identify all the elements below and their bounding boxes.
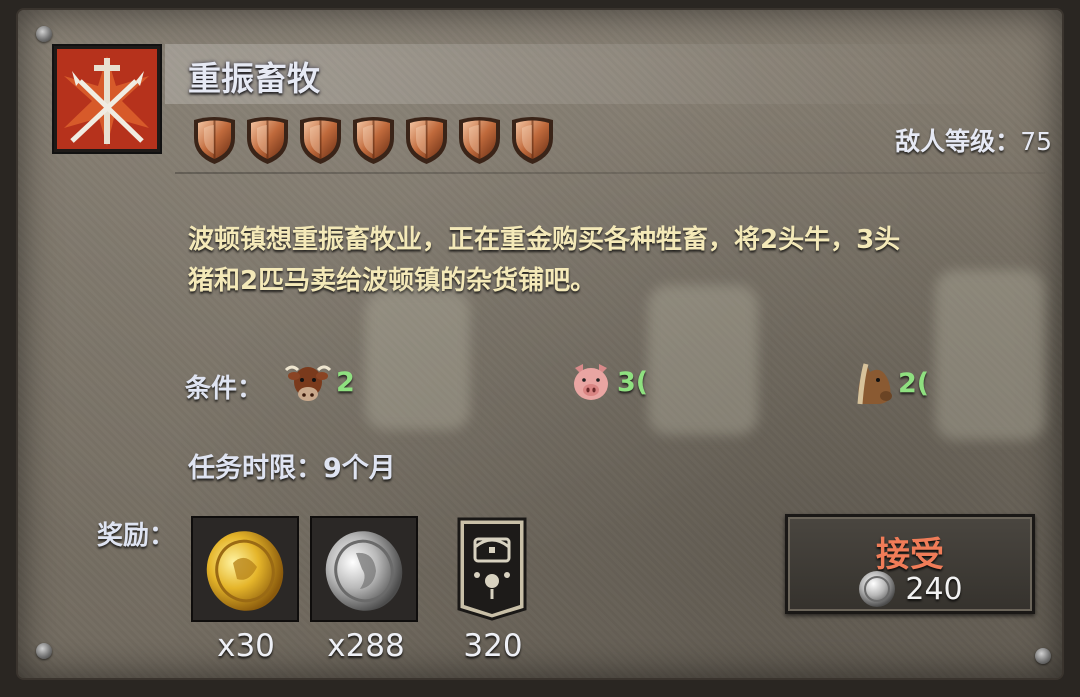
enemy-level-value: 75 bbox=[1020, 127, 1052, 156]
rivet-decoration bbox=[36, 26, 52, 42]
horse-count: 2( bbox=[898, 367, 930, 399]
enemy-level: 敌人等级：75 bbox=[895, 122, 1052, 158]
shield-icon bbox=[512, 117, 553, 164]
condition-pig: 3( bbox=[567, 358, 648, 406]
horse-icon bbox=[857, 363, 892, 405]
divider bbox=[175, 172, 1045, 174]
silver-coin-icon bbox=[325, 531, 403, 611]
quest-deadline: 任务时限：9个月 bbox=[188, 453, 396, 484]
cow-count: 2 bbox=[336, 366, 355, 398]
reward-chest-count: 320 bbox=[463, 628, 523, 664]
shield-icon bbox=[247, 117, 288, 164]
reward-gold-count: x30 bbox=[217, 628, 275, 664]
pig-count: 3( bbox=[617, 366, 649, 398]
reward-silver-coin[interactable] bbox=[310, 516, 418, 622]
obscured-region bbox=[365, 290, 470, 430]
conditions-label: 条件： bbox=[185, 374, 264, 404]
pig-icon bbox=[574, 364, 608, 400]
rivet-decoration bbox=[1035, 648, 1051, 664]
gold-coin-icon bbox=[206, 531, 284, 611]
cow-icon bbox=[284, 365, 332, 401]
shield-icon bbox=[459, 117, 500, 164]
description-line: 波顿镇想重振畜牧业，正在重金购买各种牲畜，将2头牛，3头 bbox=[188, 225, 901, 255]
obscured-region bbox=[935, 270, 1045, 440]
quest-icon bbox=[52, 44, 162, 154]
rivet-decoration bbox=[36, 643, 52, 659]
accept-button[interactable]: 接受 240 bbox=[785, 514, 1035, 614]
reward-chest-banner[interactable] bbox=[457, 516, 527, 622]
condition-cow: 2 bbox=[282, 358, 355, 406]
accept-cost: 240 bbox=[788, 569, 1032, 609]
shield-icon bbox=[406, 117, 447, 164]
description-line: 猪和2匹马卖给波顿镇的杂货铺吧。 bbox=[188, 266, 597, 296]
condition-horse: 2( bbox=[850, 358, 929, 408]
quest-title: 重振畜牧 bbox=[188, 59, 320, 98]
silver-coin-icon bbox=[859, 571, 896, 607]
rewards-label: 奖励： bbox=[97, 521, 176, 551]
accept-cost-value: 240 bbox=[905, 571, 963, 607]
chest-banner-icon bbox=[457, 517, 527, 621]
shield-icon bbox=[300, 117, 341, 164]
obscured-region bbox=[648, 285, 758, 435]
reward-silver-count: x288 bbox=[327, 628, 405, 664]
shield-icon bbox=[353, 117, 394, 164]
reward-gold-coin[interactable] bbox=[191, 516, 299, 622]
crossed-weapons-icon bbox=[57, 49, 157, 149]
difficulty-shields bbox=[190, 114, 557, 166]
shield-icon bbox=[194, 117, 235, 164]
enemy-level-label: 敌人等级： bbox=[895, 127, 1021, 156]
quest-description: 波顿镇想重振畜牧业，正在重金购买各种牲畜，将2头牛，3头 猪和2匹马卖给波顿镇的… bbox=[188, 220, 1038, 302]
